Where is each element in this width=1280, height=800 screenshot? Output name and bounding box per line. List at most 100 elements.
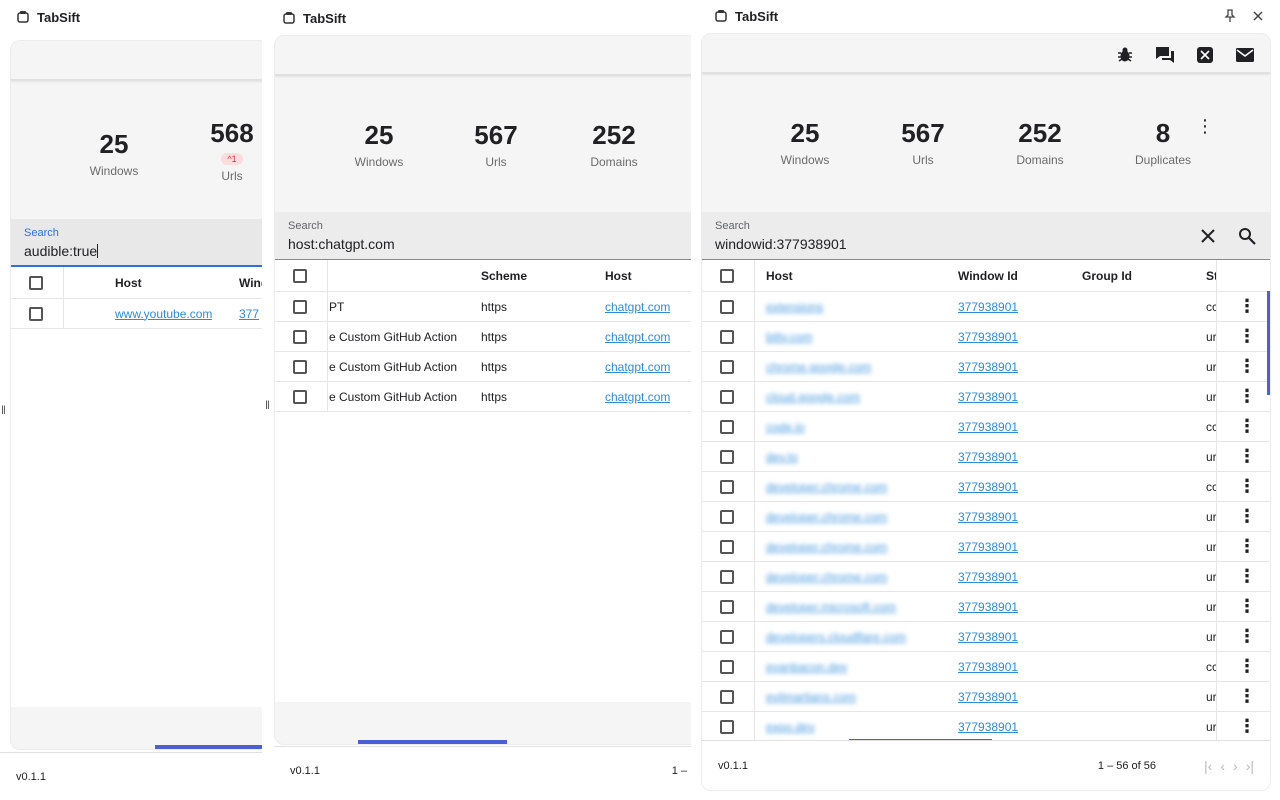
host-link[interactable]: extensions — [766, 292, 823, 321]
row-menu-icon[interactable]: ⋮ — [1238, 412, 1255, 441]
host-link[interactable]: chatgpt.com — [605, 322, 670, 351]
pin-icon[interactable] — [1222, 8, 1238, 24]
window-id-link[interactable]: 377938901 — [958, 352, 1018, 381]
row-menu-icon[interactable]: ⋮ — [1238, 442, 1255, 471]
host-link[interactable]: developer.chrome.com — [766, 472, 887, 501]
row-checkbox[interactable] — [720, 449, 734, 464]
host-link[interactable]: bitly.com — [766, 322, 812, 351]
window-id-link[interactable]: 377 — [239, 299, 259, 328]
next-page-icon[interactable]: › — [1233, 758, 1238, 774]
table-row[interactable]: developer.chrome.com 377938901 ur ⋮ — [702, 532, 1270, 562]
search-input[interactable]: Search host:chatgpt.com — [275, 212, 691, 260]
row-menu-icon[interactable]: ⋮ — [1238, 562, 1255, 591]
window-id-link[interactable]: 377938901 — [958, 472, 1018, 501]
table-row[interactable]: developer.chrome.com 377938901 cc ⋮ — [702, 472, 1270, 502]
row-menu-icon[interactable]: ⋮ — [1238, 682, 1255, 711]
search-input[interactable]: Search audible:true — [11, 219, 262, 267]
window-id-link[interactable]: 377938901 — [958, 652, 1018, 681]
stat-domains[interactable]: 252 Domains — [985, 118, 1095, 167]
host-link[interactable]: developer.chrome.com — [766, 502, 887, 531]
table-row[interactable]: code.io 377938901 cc ⋮ — [702, 412, 1270, 442]
window-id-link[interactable]: 377938901 — [958, 442, 1018, 471]
row-checkbox[interactable] — [720, 689, 734, 704]
column-window[interactable]: Wind — [239, 267, 262, 298]
more-vert-icon[interactable]: ⋮ — [1196, 116, 1214, 137]
row-checkbox[interactable] — [720, 509, 734, 524]
row-checkbox[interactable] — [720, 299, 734, 314]
select-all-checkbox[interactable] — [293, 268, 307, 283]
column-scheme[interactable]: Scheme — [481, 260, 527, 291]
table-row[interactable]: www.youtube.com 377 — [11, 299, 262, 329]
host-link[interactable]: chatgpt.com — [605, 352, 670, 381]
stat-windows[interactable]: 25 Windows — [324, 120, 434, 169]
table-row[interactable]: e Custom GitHub Action https chatgpt.com — [275, 322, 691, 352]
table-row[interactable]: evilmartians.com 377938901 ur ⋮ — [702, 682, 1270, 712]
row-checkbox[interactable] — [293, 329, 307, 344]
host-link[interactable]: developer.chrome.com — [766, 562, 887, 591]
window-id-link[interactable]: 377938901 — [958, 682, 1018, 711]
stat-windows[interactable]: 25 Windows — [59, 129, 169, 178]
table-row[interactable]: extensions 377938901 cc ⋮ — [702, 292, 1270, 322]
row-checkbox[interactable] — [293, 389, 307, 404]
table-row[interactable]: evanbacon.dev 377938901 cc ⋮ — [702, 652, 1270, 682]
window-id-link[interactable]: 377938901 — [958, 322, 1018, 351]
table-row[interactable]: dev.to 377938901 ur ⋮ — [702, 442, 1270, 472]
bug-icon[interactable] — [1114, 44, 1136, 66]
table-row[interactable]: developer.chrome.com 377938901 ur ⋮ — [702, 562, 1270, 592]
window-id-link[interactable]: 377938901 — [958, 382, 1018, 411]
stat-urls[interactable]: 567 Urls — [441, 120, 551, 169]
row-menu-icon[interactable]: ⋮ — [1238, 472, 1255, 501]
prev-page-icon[interactable]: ‹ — [1220, 758, 1225, 774]
column-host[interactable]: Host — [115, 267, 142, 298]
stat-urls[interactable]: 568 ^1 Urls — [177, 118, 262, 183]
horizontal-scrollbar[interactable] — [155, 745, 262, 749]
table-row[interactable]: chrome.google.com 377938901 ur ⋮ — [702, 352, 1270, 382]
row-menu-icon[interactable]: ⋮ — [1238, 292, 1255, 321]
row-menu-icon[interactable]: ⋮ — [1238, 592, 1255, 621]
row-menu-icon[interactable]: ⋮ — [1238, 322, 1255, 351]
host-link[interactable]: chatgpt.com — [605, 292, 670, 321]
close-icon[interactable] — [1250, 8, 1266, 24]
window-id-link[interactable]: 377938901 — [958, 622, 1018, 651]
row-checkbox[interactable] — [720, 659, 734, 674]
row-checkbox[interactable] — [29, 306, 43, 321]
window-id-link[interactable]: 377938901 — [958, 412, 1018, 441]
row-menu-icon[interactable]: ⋮ — [1238, 502, 1255, 531]
host-link[interactable]: developer.microsoft.com — [766, 592, 896, 621]
select-all-checkbox[interactable] — [720, 268, 734, 283]
stat-domains[interactable]: 252 Domains — [559, 120, 669, 169]
row-checkbox[interactable] — [720, 359, 734, 374]
row-checkbox[interactable] — [293, 359, 307, 374]
resize-handle[interactable]: ‖ — [266, 398, 270, 412]
host-link[interactable]: chrome.google.com — [766, 352, 871, 381]
host-link[interactable]: www.youtube.com — [115, 299, 212, 328]
row-menu-icon[interactable]: ⋮ — [1238, 532, 1255, 561]
row-checkbox[interactable] — [720, 719, 734, 734]
last-page-icon[interactable]: ›| — [1246, 758, 1254, 774]
table-row[interactable]: developers.cloudflare.com 377938901 ur ⋮ — [702, 622, 1270, 652]
search-icon[interactable] — [1238, 227, 1256, 245]
host-link[interactable]: evilmartians.com — [766, 682, 856, 711]
search-input[interactable]: Search windowid:377938901 — [702, 212, 1270, 260]
stat-windows[interactable]: 25 Windows — [750, 118, 860, 167]
host-link[interactable]: evanbacon.dev — [766, 652, 847, 681]
host-link[interactable]: developer.chrome.com — [766, 532, 887, 561]
table-row[interactable]: expo.dev 377938901 ur ⋮ — [702, 712, 1270, 742]
row-checkbox[interactable] — [293, 299, 307, 314]
window-id-link[interactable]: 377938901 — [958, 562, 1018, 591]
mail-icon[interactable] — [1234, 44, 1256, 66]
stat-urls[interactable]: 567 Urls — [868, 118, 978, 167]
table-row[interactable]: developer.chrome.com 377938901 ur ⋮ — [702, 502, 1270, 532]
host-link[interactable]: developers.cloudflare.com — [766, 622, 906, 651]
horizontal-scrollbar[interactable] — [358, 740, 507, 744]
clear-icon[interactable] — [1200, 228, 1216, 244]
chat-icon[interactable] — [1154, 44, 1176, 66]
column-host[interactable]: Host — [766, 260, 793, 291]
row-menu-icon[interactable]: ⋮ — [1238, 652, 1255, 681]
row-checkbox[interactable] — [720, 479, 734, 494]
host-link[interactable]: code.io — [766, 412, 805, 441]
window-id-link[interactable]: 377938901 — [958, 502, 1018, 531]
host-link[interactable]: cloud.google.com — [766, 382, 860, 411]
column-status[interactable]: St — [1206, 260, 1216, 291]
host-link[interactable]: expo.dev — [766, 712, 815, 741]
